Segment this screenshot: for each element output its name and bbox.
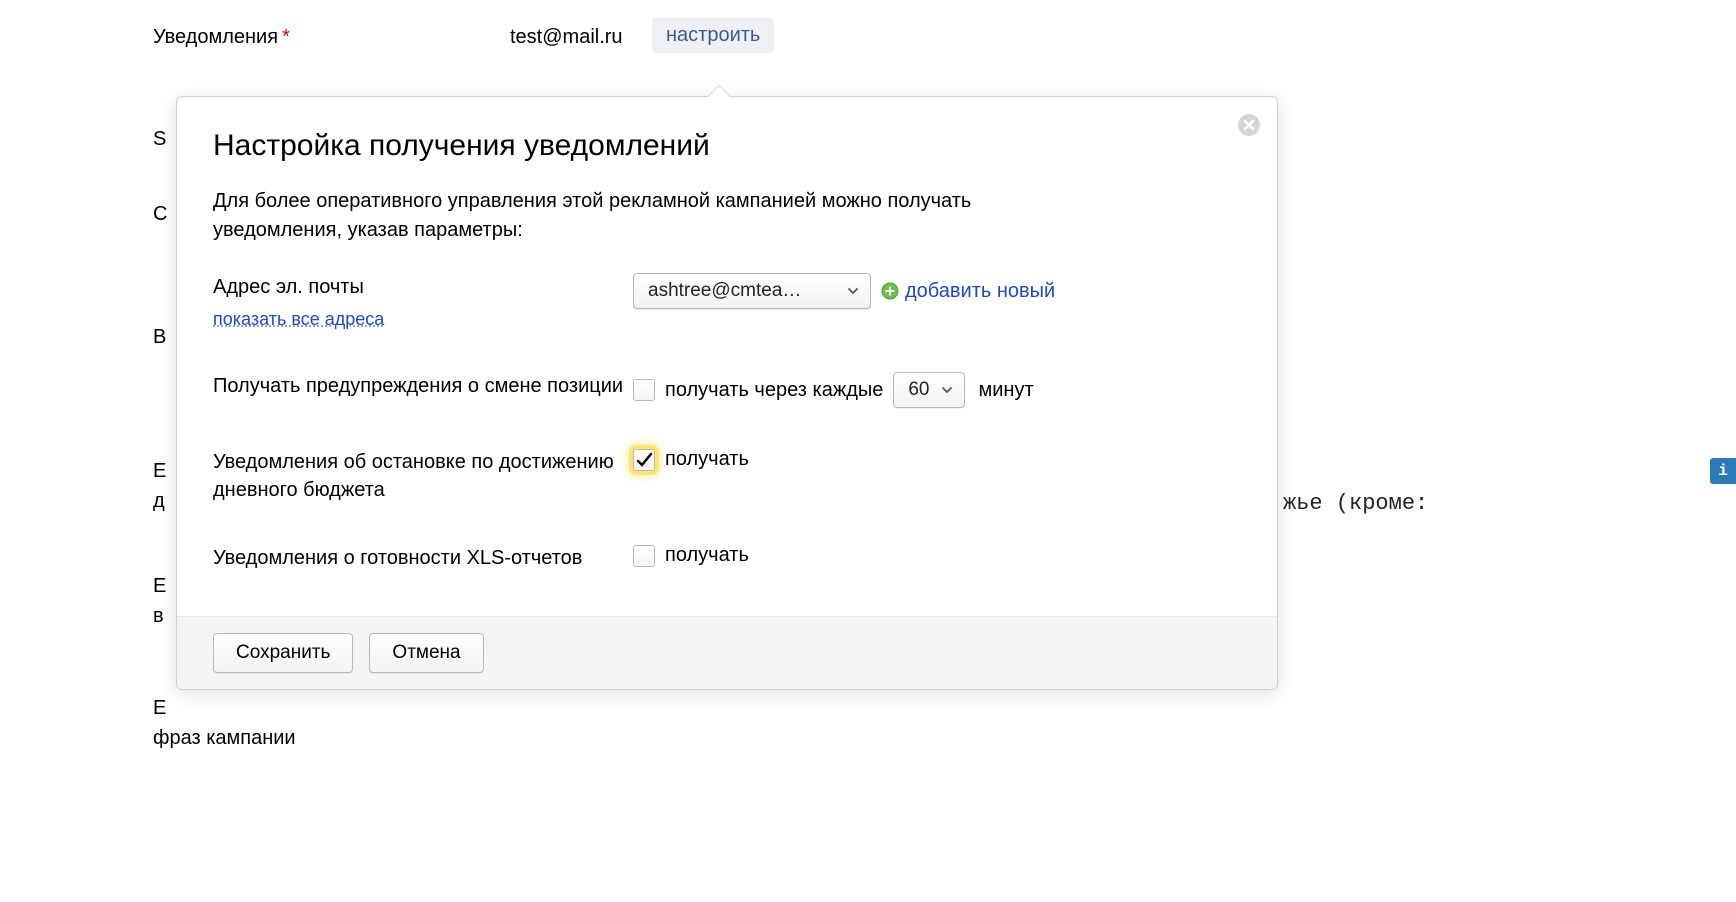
add-new-email-link[interactable]: добавить новый bbox=[881, 280, 1055, 303]
email-value: test@mail.ru bbox=[510, 26, 623, 49]
email-label-col: Адрес эл. почты показать все адреса bbox=[213, 273, 633, 332]
xls-reports-label: Уведомления о готовности XLS-отчетов bbox=[213, 544, 633, 572]
xls-reports-checkbox-label: получать bbox=[665, 544, 749, 567]
chevron-down-icon bbox=[940, 383, 954, 397]
position-warnings-checkbox[interactable] bbox=[633, 379, 655, 401]
daily-budget-row: Уведомления об остановке по достижению д… bbox=[213, 448, 1241, 504]
xls-reports-checkbox[interactable] bbox=[633, 545, 655, 567]
popup-footer: Сохранить Отмена bbox=[177, 616, 1277, 689]
bg-letter-e2: Е bbox=[153, 575, 166, 598]
position-warnings-label: Получать предупреждения о смене позиции bbox=[213, 372, 633, 400]
show-all-addresses-link[interactable]: показать все адреса bbox=[213, 307, 633, 332]
notifications-row: Уведомления * bbox=[153, 26, 290, 49]
daily-budget-controls: получать bbox=[633, 448, 749, 471]
email-select[interactable]: ashtree@cmtea… bbox=[633, 273, 871, 309]
popup-body: Настройка получения уведомлений Для боле… bbox=[177, 97, 1277, 616]
xls-reports-controls: получать bbox=[633, 544, 749, 567]
bg-letter-e1: Е bbox=[153, 460, 166, 483]
email-select-value: ashtree@cmtea… bbox=[648, 280, 801, 302]
daily-budget-label: Уведомления об остановке по достижению д… bbox=[213, 448, 633, 504]
bg-letter-s: S bbox=[153, 128, 166, 151]
bg-letter-vo: в bbox=[153, 605, 164, 628]
bg-letter-v: В bbox=[153, 326, 166, 349]
bg-letter-e3: Е bbox=[153, 697, 166, 720]
popup-title: Настройка получения уведомлений bbox=[213, 129, 1241, 163]
daily-budget-checkbox-label: получать bbox=[665, 448, 749, 471]
email-controls: ashtree@cmtea… добавить новый bbox=[633, 273, 1055, 309]
chevron-down-icon bbox=[846, 284, 860, 298]
notifications-label: Уведомления bbox=[153, 26, 278, 49]
required-star: * bbox=[282, 26, 290, 49]
bg-right-fragment: жье (кроме: bbox=[1283, 491, 1428, 516]
position-warnings-row: Получать предупреждения о смене позиции … bbox=[213, 372, 1241, 408]
position-warnings-checkbox-label: получать через каждые bbox=[665, 379, 883, 402]
email-label: Адрес эл. почты bbox=[213, 276, 364, 298]
interval-select-value: 60 bbox=[908, 379, 929, 401]
xls-reports-row: Уведомления о готовности XLS-отчетов пол… bbox=[213, 544, 1241, 572]
interval-select[interactable]: 60 bbox=[893, 372, 964, 408]
bg-letter-d: д bbox=[153, 490, 165, 513]
close-icon[interactable] bbox=[1237, 113, 1261, 137]
save-button[interactable]: Сохранить bbox=[213, 633, 353, 673]
cancel-button[interactable]: Отмена bbox=[369, 633, 483, 673]
notification-settings-popup: Настройка получения уведомлений Для боле… bbox=[176, 96, 1278, 690]
daily-budget-checkbox[interactable] bbox=[633, 449, 655, 471]
info-icon-label: i bbox=[1718, 462, 1728, 480]
popup-description: Для более оперативного управления этой р… bbox=[213, 187, 1093, 245]
position-warnings-controls: получать через каждые 60 минут bbox=[633, 372, 1034, 408]
configure-button[interactable]: настроить bbox=[652, 18, 774, 53]
info-tab[interactable]: i bbox=[1710, 458, 1736, 484]
plus-icon bbox=[881, 282, 899, 300]
bg-phrase-campaign: фраз кампании bbox=[153, 727, 296, 750]
add-new-email-label: добавить новый bbox=[905, 280, 1055, 303]
bg-letter-c: С bbox=[153, 203, 167, 226]
minutes-label: минут bbox=[979, 379, 1034, 402]
email-row: Адрес эл. почты показать все адреса asht… bbox=[213, 273, 1241, 332]
popup-arrow bbox=[707, 86, 731, 98]
